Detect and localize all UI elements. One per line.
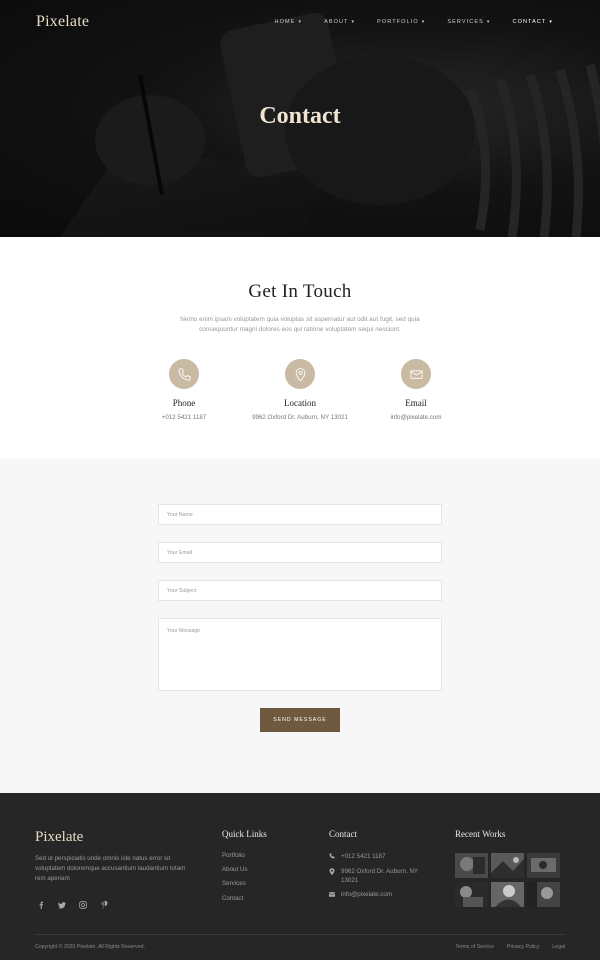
- name-input[interactable]: [158, 504, 442, 525]
- recent-work-thumbnail[interactable]: [455, 853, 488, 878]
- nav-item-portfolio[interactable]: PORTFOLIO ▾: [366, 19, 436, 25]
- nav-item-about[interactable]: ABOUT ▾: [313, 19, 366, 25]
- footer-quick-links: Quick Links Portfolio About Us Services …: [222, 829, 267, 909]
- info-value: info@pixelate.com: [390, 414, 442, 421]
- envelope-icon: [329, 891, 335, 901]
- legal-links: Terms of Service Privacy Policy Legal: [455, 944, 565, 950]
- contact-info-phone: Phone +012 5421 1187: [126, 359, 242, 421]
- nav-item-label: ABOUT: [324, 19, 349, 25]
- envelope-icon: [401, 359, 431, 389]
- legal-link[interactable]: Legal: [552, 944, 565, 950]
- pinterest-icon[interactable]: [100, 901, 108, 909]
- caret-down-icon: ▾: [351, 19, 356, 25]
- footer-contact-heading: Contact: [329, 829, 357, 839]
- info-title: Phone: [172, 398, 196, 408]
- phone-icon: [329, 853, 335, 863]
- recent-works-grid: [455, 853, 560, 907]
- info-value: +012 5421 1187: [161, 414, 207, 421]
- nav-item-home[interactable]: HOME ▾: [264, 19, 314, 25]
- quick-links-list: Portfolio About Us Services Contact: [222, 852, 267, 909]
- page-title: Contact: [259, 103, 341, 129]
- nav-item-label: PORTFOLIO: [377, 19, 419, 25]
- info-title: Location: [284, 398, 316, 408]
- message-textarea[interactable]: [158, 618, 442, 691]
- caret-down-icon: ▾: [549, 19, 553, 25]
- nav-item-label: CONTACT: [512, 19, 547, 25]
- contact-info-email: Email info@pixelate.com: [358, 359, 474, 421]
- location-pin-icon: [285, 359, 315, 389]
- footer-contact: Contact +012 5421 1187 9962 Oxford Dr. A…: [329, 829, 429, 900]
- footer-contact-email: info@pixelate.com: [329, 890, 429, 901]
- footer-recent-works: Recent Works: [455, 829, 560, 907]
- caret-down-icon: ▾: [298, 19, 303, 25]
- footer-about: Pixelate Sed ut perspiciatis unde omnis …: [35, 829, 193, 909]
- quick-links-heading: Quick Links: [222, 829, 267, 839]
- terms-of-service-link[interactable]: Terms of Service: [455, 944, 494, 950]
- footer-contact-phone: +012 5421 1187: [329, 852, 429, 863]
- contact-info-row: Phone +012 5421 1187 Location 9962 Oxfor…: [0, 359, 600, 421]
- info-title: Email: [405, 398, 427, 408]
- footer-contact-list: +012 5421 1187 9962 Oxford Dr. Auburn, N…: [329, 852, 429, 900]
- contact-form-section: SEND MESSAGE: [0, 459, 600, 793]
- footer-link-services[interactable]: Services: [222, 880, 267, 894]
- social-links: [35, 901, 193, 909]
- location-pin-icon: [329, 867, 335, 886]
- copyright-text: Copyright © 2020 Pixelate. All Rights Re…: [35, 944, 145, 950]
- footer-description: Sed ut perspiciatis unde omnis iste natu…: [35, 855, 186, 882]
- footer-link-portfolio[interactable]: Portfolio: [222, 852, 267, 866]
- privacy-policy-link[interactable]: Privacy Policy: [507, 944, 539, 950]
- footer-email-text: info@pixelate.com: [341, 890, 392, 898]
- caret-down-icon: ▾: [486, 19, 491, 25]
- email-input[interactable]: [158, 542, 442, 563]
- footer-link-about-us[interactable]: About Us: [222, 866, 267, 880]
- recent-work-thumbnail[interactable]: [491, 882, 524, 907]
- facebook-icon[interactable]: [37, 901, 45, 909]
- section-description: Nemo enim ipsam voluptatem quia voluptas…: [180, 316, 420, 333]
- footer-contact-address: 9962 Oxford Dr. Auburn, NY 13021: [329, 867, 429, 886]
- info-value: 9962 Oxford Dr. Auburn, NY 13021: [252, 414, 348, 421]
- contact-form: SEND MESSAGE: [0, 504, 600, 732]
- caret-down-icon: ▾: [421, 19, 426, 25]
- main-menu: HOME ▾ ABOUT ▾ PORTFOLIO ▾ SERVICES ▾ CO…: [264, 19, 564, 25]
- site-footer: Pixelate Sed ut perspiciatis unde omnis …: [0, 793, 600, 960]
- hero-banner: Pixelate HOME ▾ ABOUT ▾ PORTFOLIO ▾ SERV…: [0, 0, 600, 237]
- nav-item-contact[interactable]: CONTACT ▾: [502, 19, 565, 25]
- section-title: Get In Touch: [248, 281, 352, 302]
- nav-item-services[interactable]: SERVICES ▾: [436, 19, 501, 25]
- nav-item-label: HOME: [274, 19, 296, 25]
- footer-link-contact[interactable]: Contact: [222, 895, 267, 909]
- phone-icon: [169, 359, 199, 389]
- recent-work-thumbnail[interactable]: [455, 882, 488, 907]
- site-logo[interactable]: Pixelate: [36, 13, 89, 31]
- recent-work-thumbnail[interactable]: [491, 853, 524, 878]
- nav-item-label: SERVICES: [447, 19, 484, 25]
- top-navigation: Pixelate HOME ▾ ABOUT ▾ PORTFOLIO ▾ SERV…: [0, 0, 600, 44]
- recent-work-thumbnail[interactable]: [527, 882, 560, 907]
- get-in-touch-section: Get In Touch Nemo enim ipsam voluptatem …: [0, 237, 600, 459]
- instagram-icon[interactable]: [79, 901, 87, 909]
- footer-phone-text: +012 5421 1187: [341, 853, 386, 860]
- recent-work-thumbnail[interactable]: [527, 853, 560, 878]
- footer-bottom-bar: Copyright © 2020 Pixelate. All Rights Re…: [35, 934, 565, 950]
- footer-logo[interactable]: Pixelate: [35, 829, 193, 846]
- subject-input[interactable]: [158, 580, 442, 601]
- twitter-icon[interactable]: [58, 901, 66, 909]
- contact-info-location: Location 9962 Oxford Dr. Auburn, NY 1302…: [242, 359, 358, 421]
- send-message-button[interactable]: SEND MESSAGE: [260, 708, 340, 732]
- recent-works-heading: Recent Works: [455, 829, 506, 839]
- footer-address-text: 9962 Oxford Dr. Auburn, NY 13021: [341, 867, 418, 885]
